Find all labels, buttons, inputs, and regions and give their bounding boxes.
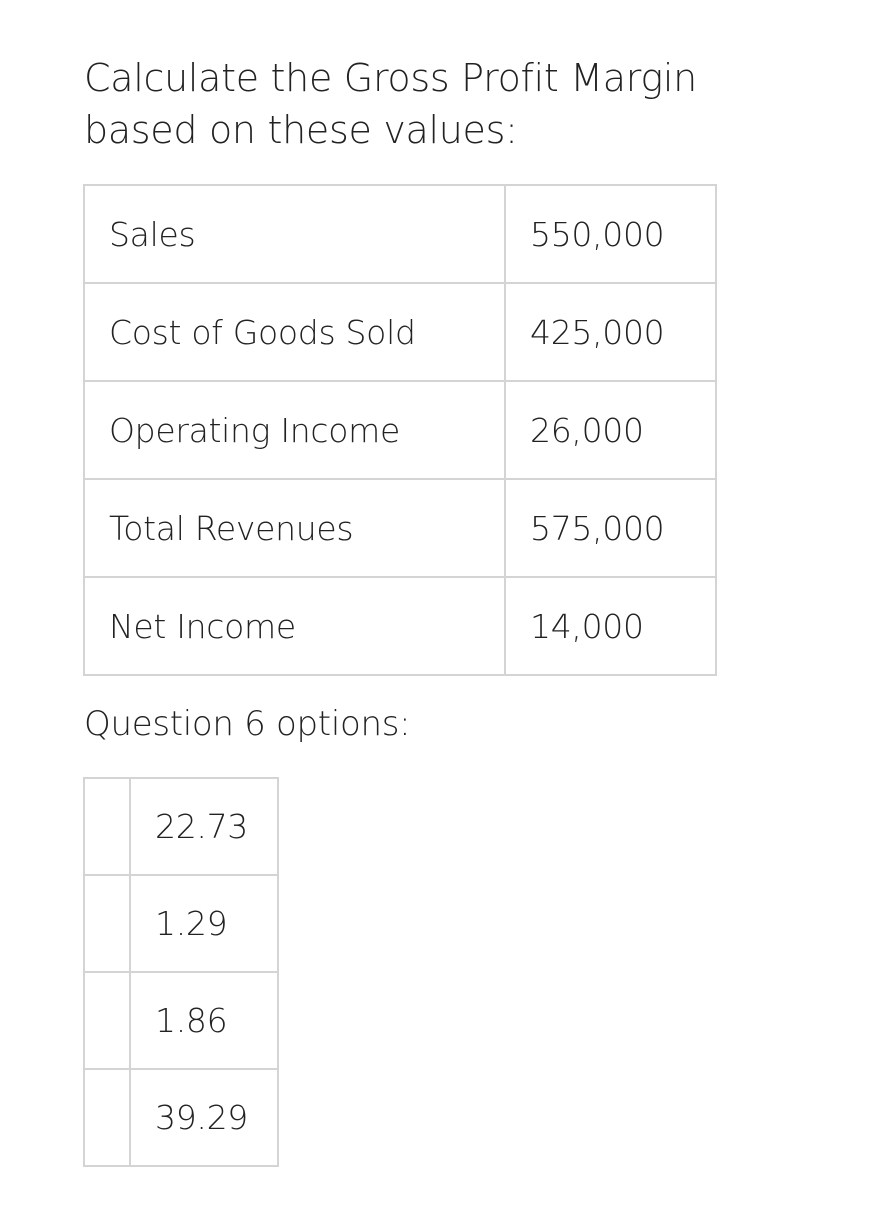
question-text: Calculate the Gross Profit Margin based … (84, 52, 784, 156)
table-row: Cost of Goods Sold 425,000 (83, 282, 717, 382)
values-table: Sales 550,000 Cost of Goods Sold 425,000… (83, 184, 717, 676)
table-row: Total Revenues 575,000 (83, 478, 717, 578)
option-row[interactable]: 39.29 (83, 1068, 279, 1167)
options-label: Question 6 options: (84, 704, 411, 744)
option-row[interactable]: 1.29 (83, 874, 279, 973)
table-row: Operating Income 26,000 (83, 380, 717, 480)
question-line-1: Calculate the Gross Profit Margin (84, 56, 697, 100)
row-value: 575,000 (504, 478, 717, 578)
option-value[interactable]: 39.29 (129, 1068, 279, 1167)
row-value: 26,000 (504, 380, 717, 480)
option-value[interactable]: 22.73 (129, 777, 279, 876)
row-label: Operating Income (83, 380, 506, 480)
option-value[interactable]: 1.86 (129, 971, 279, 1070)
option-select-cell[interactable] (83, 971, 131, 1070)
row-label: Net Income (83, 576, 506, 676)
row-label: Total Revenues (83, 478, 506, 578)
row-label: Cost of Goods Sold (83, 282, 506, 382)
option-select-cell[interactable] (83, 1068, 131, 1167)
option-row[interactable]: 1.86 (83, 971, 279, 1070)
table-row: Sales 550,000 (83, 184, 717, 284)
question-line-2: based on these values: (84, 108, 518, 152)
table-row: Net Income 14,000 (83, 576, 717, 676)
options-table: 22.73 1.29 1.86 39.29 (83, 777, 279, 1167)
option-row[interactable]: 22.73 (83, 777, 279, 876)
row-value: 14,000 (504, 576, 717, 676)
row-value: 550,000 (504, 184, 717, 284)
option-value[interactable]: 1.29 (129, 874, 279, 973)
row-label: Sales (83, 184, 506, 284)
row-value: 425,000 (504, 282, 717, 382)
option-select-cell[interactable] (83, 874, 131, 973)
option-select-cell[interactable] (83, 777, 131, 876)
